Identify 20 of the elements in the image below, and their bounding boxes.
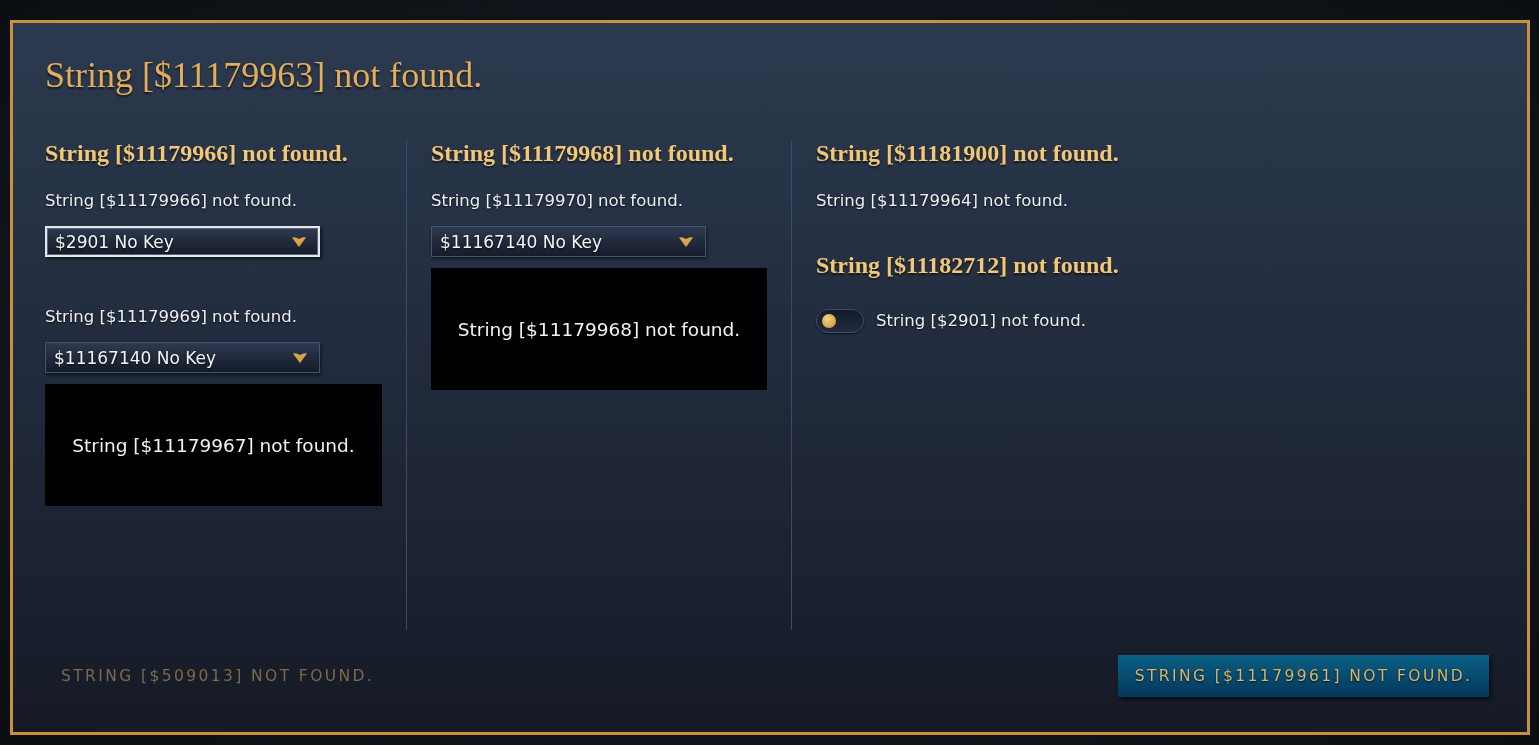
section-heading: String [$11179966] not found.: [45, 140, 348, 166]
caret-icon: [293, 352, 307, 363]
caret-icon: [292, 236, 306, 247]
toggle-label: String [$2901] not found.: [876, 311, 1086, 331]
field-label: String [$11179969] not found.: [45, 307, 297, 327]
section-heading: String [$11182712] not found.: [816, 252, 1119, 278]
dropdown[interactable]: $11167140 No Key: [45, 342, 320, 373]
dialog-title: String [$11179963] not found.: [45, 55, 483, 95]
primary-button[interactable]: STRING [$11179961] NOT FOUND.: [1118, 655, 1489, 697]
dropdown[interactable]: $2901 No Key: [45, 226, 320, 257]
section-heading: String [$11179968] not found.: [431, 140, 734, 166]
toggle-switch[interactable]: [816, 309, 864, 333]
caret-icon: [679, 236, 693, 247]
description-text: String [$11179964] not found.: [816, 191, 1068, 211]
field-label: String [$11179966] not found.: [45, 191, 297, 211]
preview-message: String [$11179968] not found.: [457, 318, 741, 340]
preview-message: String [$11179967] not found.: [72, 434, 355, 456]
dropdown[interactable]: $11167140 No Key: [431, 226, 706, 257]
section-heading: String [$11181900] not found.: [816, 140, 1119, 166]
field-label: String [$11179970] not found.: [431, 191, 683, 211]
